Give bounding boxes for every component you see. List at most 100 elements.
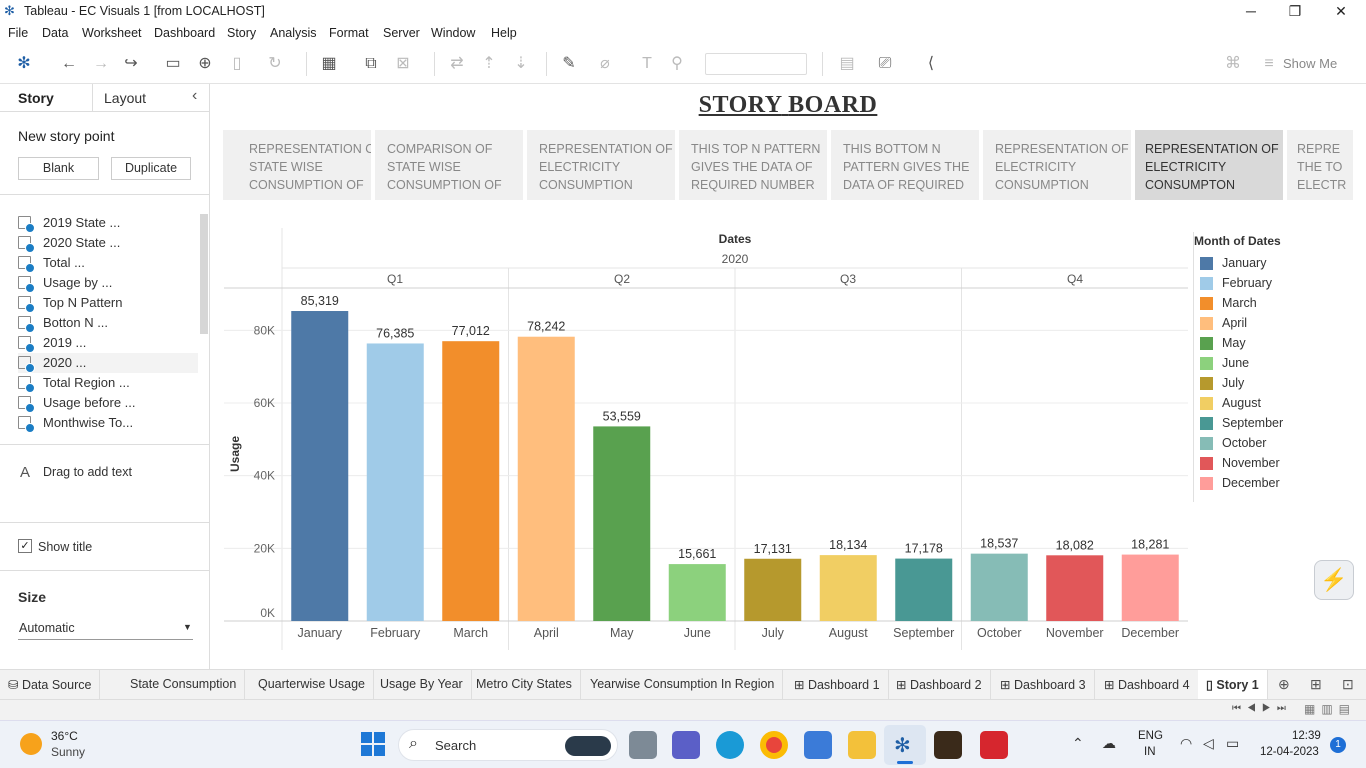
replay-icon[interactable]: ↪ [120, 54, 142, 74]
tab-metro-city-states[interactable]: Metro City States [468, 670, 581, 700]
menu-story[interactable]: Story [227, 26, 256, 40]
sheet-item[interactable]: Total Region ... [18, 373, 198, 393]
bar-august[interactable] [819, 555, 877, 621]
input-language-1[interactable]: ENG [1138, 730, 1163, 742]
task-view-icon[interactable] [629, 731, 657, 759]
volume-icon[interactable]: ◁ [1203, 735, 1214, 752]
restore-button[interactable]: ❐ [1272, 0, 1318, 22]
menu-dashboard[interactable]: Dashboard [154, 26, 215, 40]
fit-dropdown[interactable] [705, 53, 807, 75]
network-status-icon[interactable]: ☁ [1102, 735, 1116, 752]
sort-ascending-icon[interactable]: ⇡ [478, 54, 500, 74]
sheet-item[interactable]: Monthwise To... [18, 413, 198, 433]
bar-march[interactable] [442, 341, 500, 621]
weather-temp[interactable]: 36°C [51, 729, 78, 743]
redo-icon[interactable]: → [90, 54, 112, 74]
bar-december[interactable] [1121, 554, 1179, 621]
tab-story[interactable]: Story [18, 90, 54, 106]
sheet-list-scrollbar[interactable] [200, 214, 208, 334]
store-icon[interactable] [804, 731, 832, 759]
drag-to-add-text[interactable]: Drag to add text [43, 465, 132, 479]
bar-june[interactable] [668, 564, 726, 621]
story-point[interactable]: COMPARISON OF STATE WISE CONSUMPTION OF [375, 130, 523, 200]
highlight-icon[interactable]: ✎ [558, 54, 580, 74]
bar-september[interactable] [895, 558, 953, 621]
undo-icon[interactable]: ← [58, 54, 80, 74]
menu-worksheet[interactable]: Worksheet [82, 26, 142, 40]
menu-data[interactable]: Data [42, 26, 68, 40]
sheet-item[interactable]: 2020 ... [18, 353, 198, 373]
show-cards-icon[interactable]: ▤ [836, 54, 858, 74]
battery-icon[interactable]: ▭ [1226, 735, 1239, 752]
show-title-checkbox[interactable]: ✓ [18, 539, 32, 553]
new-story-tab-icon[interactable]: ⊡ [1342, 676, 1354, 693]
show-hidden-icons[interactable]: ⌃ [1072, 735, 1084, 752]
story-point[interactable]: REPRESENTATION OF STATE WISE CONSUMPTION O… [223, 130, 371, 200]
menu-file[interactable]: File [8, 26, 28, 40]
story-point[interactable]: THIS BOTTOM N PATTERN GIVES THE DATA OF RE… [831, 130, 979, 200]
bar-may[interactable] [593, 426, 651, 621]
group-members-icon[interactable]: ⌀ [594, 54, 616, 74]
presentation-mode-icon[interactable]: ⎚ [874, 54, 896, 74]
tab-usage-by-year[interactable]: Usage By Year [372, 670, 472, 700]
story-point[interactable]: REPRESENTATION OF ELECTRICITY CONSUMPTION [527, 130, 675, 200]
bar-january[interactable] [291, 311, 349, 621]
sheet-item[interactable]: 2019 ... [18, 333, 198, 353]
sheet-item[interactable]: Usage before ... [18, 393, 198, 413]
sheet-item[interactable]: 2020 State ... [18, 233, 198, 253]
minimize-button[interactable]: ─ [1228, 0, 1274, 22]
size-dropdown[interactable]: Automatic ▼ [18, 612, 193, 640]
menu-help[interactable]: Help [491, 26, 517, 40]
blank-button[interactable]: Blank [18, 157, 99, 180]
close-button[interactable]: ✕ [1318, 0, 1364, 22]
clear-sheet-icon[interactable]: ⊠ [392, 54, 414, 74]
edge-icon[interactable] [716, 731, 744, 759]
new-worksheet-tab-icon[interactable]: ⊕ [1278, 676, 1290, 693]
swap-rows-columns-icon[interactable]: ⇄ [446, 54, 468, 74]
taskbar-search[interactable]: ⌕ Search [398, 729, 618, 761]
tableau-home-icon[interactable]: ✻ [13, 54, 35, 74]
collapse-pane-icon[interactable]: ‹ [192, 87, 197, 105]
app-icon[interactable] [934, 731, 962, 759]
sheet-item[interactable]: Top N Pattern [18, 293, 198, 313]
clock-time[interactable]: 12:39 [1292, 730, 1321, 742]
bar-july[interactable] [744, 558, 802, 621]
tab-dashboard-2[interactable]: ⊞ Dashboard 2 [888, 670, 991, 700]
tab-quarterwise-usage[interactable]: Quarterwise Usage [250, 670, 374, 700]
story-point[interactable]: REPRE THE TO ELECTR [1287, 130, 1353, 200]
tab-dashboard-4[interactable]: ⊞ Dashboard 4 [1096, 670, 1199, 700]
tableau-taskbar-button[interactable]: ✻ [884, 725, 926, 765]
tab-data-source[interactable]: ⛁ Data Source [0, 670, 101, 700]
sheet-view-toggles[interactable]: ▦▥▤ [1304, 702, 1356, 716]
bar-february[interactable] [366, 343, 424, 621]
notification-badge[interactable]: 1 [1330, 737, 1346, 753]
wifi-icon[interactable]: ◠ [1180, 735, 1192, 752]
tab-layout[interactable]: Layout [104, 90, 146, 106]
tab-yearwise-consumption[interactable]: Yearwise Consumption In Region [582, 670, 784, 700]
fix-axes-icon[interactable]: ⚲ [666, 54, 688, 74]
input-language-2[interactable]: IN [1144, 746, 1156, 758]
windows-start-icon[interactable] [361, 732, 385, 756]
bar-october[interactable] [970, 553, 1028, 621]
weather-desc[interactable]: Sunny [51, 745, 85, 759]
chrome-icon[interactable] [760, 731, 788, 759]
wps-office-icon[interactable] [980, 731, 1008, 759]
share-icon[interactable]: ⟨ [920, 54, 942, 74]
show-mark-labels-icon[interactable]: T [636, 54, 658, 74]
menu-server[interactable]: Server [383, 26, 420, 40]
format-painter-icon[interactable]: ⌘ [1222, 54, 1244, 74]
sheet-navigation-arrows[interactable]: ⏮◀▶⏭ [1232, 703, 1292, 714]
sheet-item[interactable]: Usage by ... [18, 273, 198, 293]
story-point-selected[interactable]: REPRESENTATION OF ELECTRICITY CONSUMPTON [1135, 130, 1283, 200]
menu-analysis[interactable]: Analysis [270, 26, 317, 40]
bar-april[interactable] [517, 336, 575, 621]
save-icon[interactable]: ▭ [162, 54, 184, 74]
refresh-icon[interactable]: ↻ [264, 54, 286, 74]
new-dashboard-tab-icon[interactable]: ⊞ [1310, 676, 1322, 693]
teams-icon[interactable] [672, 731, 700, 759]
menu-window[interactable]: Window [431, 26, 475, 40]
pause-updates-icon[interactable]: ▯ [226, 54, 248, 74]
menu-format[interactable]: Format [329, 26, 369, 40]
tab-dashboard-3[interactable]: ⊞ Dashboard 3 [992, 670, 1095, 700]
new-data-source-icon[interactable]: ⊕ [194, 54, 216, 74]
